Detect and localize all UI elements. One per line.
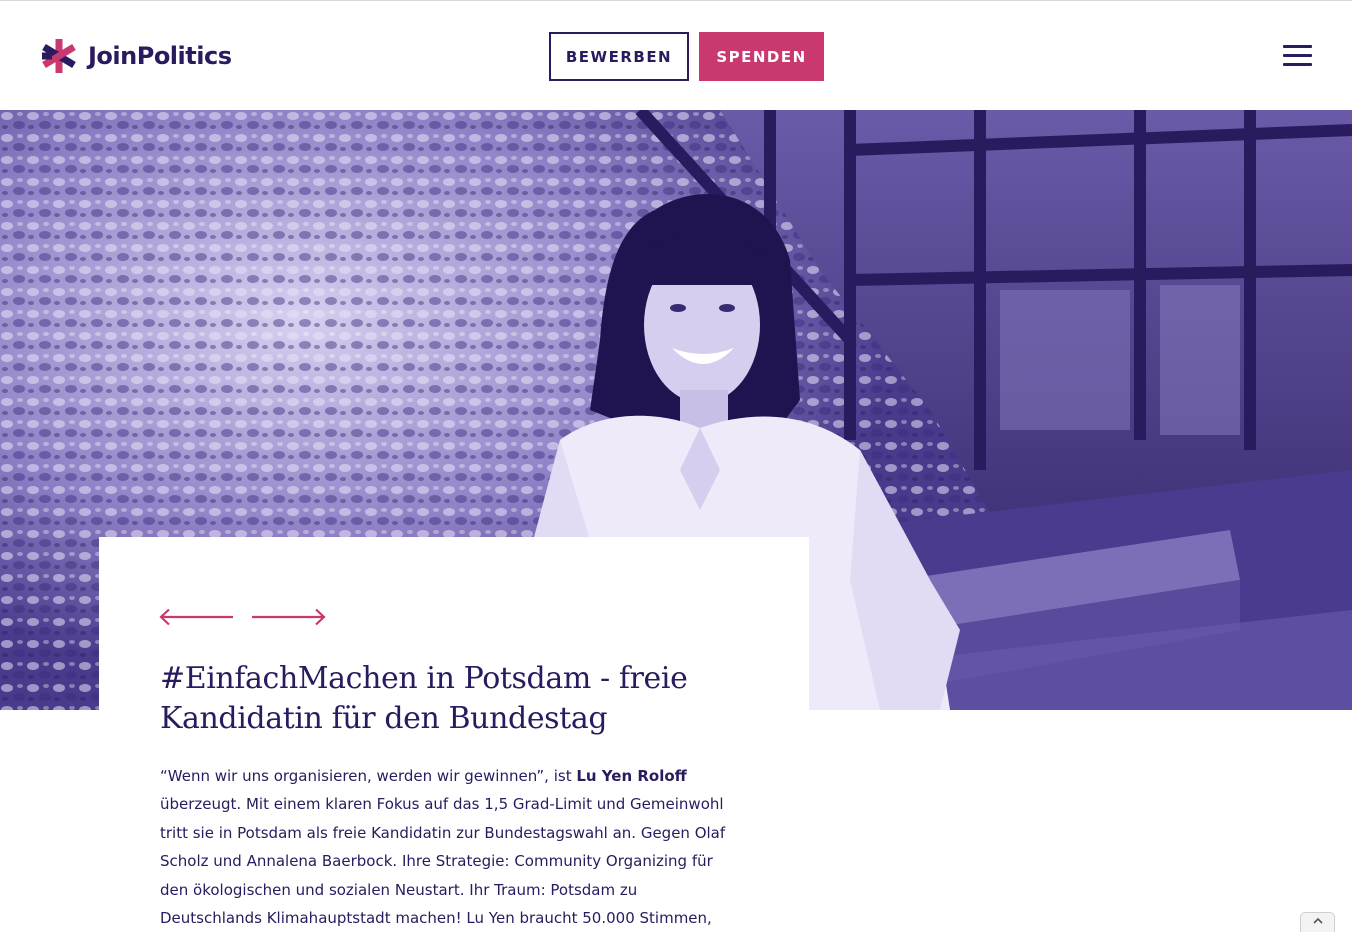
scroll-to-top-button[interactable]: [1300, 912, 1335, 932]
donate-button[interactable]: SPENDEN: [699, 32, 824, 81]
article-intro: “Wenn wir uns organisieren, werden wir g…: [160, 762, 740, 932]
hamburger-menu-icon[interactable]: [1282, 43, 1314, 69]
intro-name: Lu Yen Roloff: [576, 767, 687, 785]
site-header: JoinPolitics BEWERBEN SPENDEN: [0, 0, 1352, 110]
intro-rest: überzeugt. Mit einem klaren Fokus auf da…: [160, 795, 726, 928]
menu-bar: [1283, 54, 1312, 57]
article-card: #EinfachMachen in Potsdam - freie Kandid…: [99, 537, 809, 932]
chevron-up-icon: [1312, 917, 1323, 924]
apply-button[interactable]: BEWERBEN: [549, 32, 689, 81]
menu-bar: [1283, 63, 1312, 66]
logo-link[interactable]: JoinPolitics: [40, 37, 232, 75]
menu-bar: [1283, 45, 1312, 48]
article-title: #EinfachMachen in Potsdam - freie Kandid…: [160, 661, 688, 736]
intro-quote: “Wenn wir uns organisieren, werden wir g…: [160, 767, 577, 785]
logo-text: JoinPolitics: [88, 42, 232, 70]
joinpolitics-logo-icon: [42, 39, 76, 73]
arrow-right-icon[interactable]: [250, 608, 326, 626]
arrow-left-icon[interactable]: [159, 608, 235, 626]
